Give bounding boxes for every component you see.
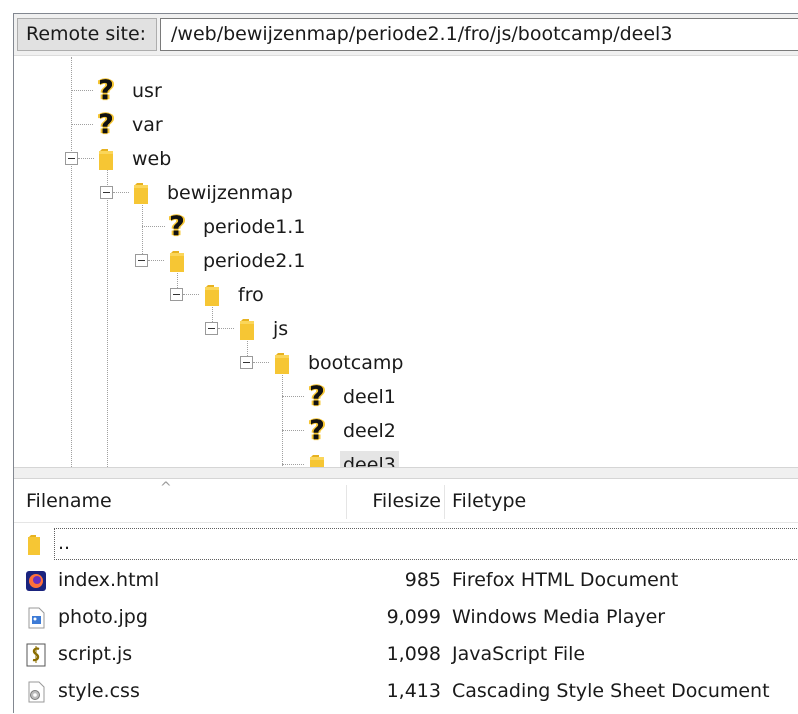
tree-node-deel1[interactable]: ? deel1 — [306, 382, 399, 412]
file-row[interactable]: style.css 1,413 Cascading Style Sheet Do… — [14, 673, 798, 710]
file-type: Cascading Style Sheet Document — [452, 680, 770, 702]
remote-directory-tree[interactable]: ? usr ? var web bewijzenmap ? periode1.1 — [14, 57, 798, 467]
file-size: 1,098 — [386, 643, 441, 665]
image-file-icon — [24, 606, 48, 630]
folder-icon — [201, 283, 223, 307]
file-size: 9,099 — [386, 606, 441, 628]
tree-node-var[interactable]: ? var — [95, 110, 166, 140]
collapse-js-toggle[interactable] — [205, 322, 218, 335]
remote-site-bar: Remote site: /web/bewijzenmap/periode2.1… — [14, 14, 798, 56]
tree-node-label: periode2.1 — [203, 250, 306, 272]
folder-icon — [306, 453, 328, 467]
tree-node-label: var — [132, 114, 163, 136]
file-list-header: ^ Filename Filesize Filetype — [14, 479, 798, 523]
folder-icon — [130, 181, 152, 205]
focus-rectangle — [54, 528, 798, 560]
file-row[interactable]: photo.jpg 9,099 Windows Media Player — [14, 599, 798, 636]
file-row-parent-dir[interactable]: .. — [14, 525, 798, 562]
unknown-folder-icon: ? — [309, 415, 325, 446]
tree-node-periode2-1[interactable]: periode2.1 — [166, 246, 308, 276]
tree-node-label: bootcamp — [308, 352, 404, 374]
tree-node-label: fro — [238, 284, 264, 306]
file-size: 1,413 — [386, 680, 441, 702]
file-name: photo.jpg — [58, 606, 148, 628]
unknown-folder-icon: ? — [98, 109, 114, 140]
tree-node-js[interactable]: js — [236, 314, 291, 344]
folder-icon — [95, 147, 117, 171]
unknown-folder-icon: ? — [309, 381, 325, 412]
file-row[interactable]: script.js 1,098 JavaScript File — [14, 636, 798, 673]
file-name: style.css — [58, 680, 140, 702]
tree-node-label-selected: deel3 — [340, 451, 399, 467]
folder-icon — [271, 351, 293, 375]
folder-icon — [24, 532, 48, 556]
filezilla-remote-pane: Remote site: /web/bewijzenmap/periode2.1… — [13, 13, 798, 714]
remote-file-list[interactable]: ^ Filename Filesize Filetype .. index.ht… — [14, 479, 798, 714]
css-file-icon — [24, 680, 48, 704]
collapse-bewijzenmap-toggle[interactable] — [100, 186, 113, 199]
file-type: JavaScript File — [452, 643, 586, 665]
file-row[interactable]: index.html 985 Firefox HTML Document — [14, 562, 798, 599]
folder-icon — [166, 249, 188, 273]
tree-node-label: periode1.1 — [203, 216, 306, 238]
tree-node-label: usr — [132, 80, 162, 102]
tree-node-deel3[interactable]: deel3 — [306, 450, 399, 467]
unknown-folder-icon: ? — [169, 211, 185, 242]
tree-node-usr[interactable]: ? usr — [95, 76, 165, 106]
pane-splitter[interactable] — [14, 467, 798, 479]
tree-node-bewijzenmap[interactable]: bewijzenmap — [130, 178, 296, 208]
tree-node-web[interactable]: web — [95, 144, 174, 174]
tree-node-fro[interactable]: fro — [201, 280, 267, 310]
file-type: Firefox HTML Document — [452, 569, 679, 591]
column-filename[interactable]: Filename — [26, 479, 346, 523]
collapse-web-toggle[interactable] — [65, 152, 78, 165]
file-name: script.js — [58, 643, 133, 665]
collapse-bootcamp-toggle[interactable] — [240, 356, 253, 369]
unknown-folder-icon: ? — [98, 75, 114, 106]
column-filetype[interactable]: Filetype — [452, 479, 792, 523]
firefox-icon — [24, 569, 48, 593]
file-size: 985 — [404, 569, 441, 591]
tree-node-label: js — [273, 318, 289, 340]
tree-node-label: web — [132, 148, 172, 170]
tree-node-deel2[interactable]: ? deel2 — [306, 416, 399, 446]
collapse-fro-toggle[interactable] — [170, 288, 183, 301]
tree-node-label: deel2 — [343, 420, 396, 442]
tree-node-label: bewijzenmap — [167, 182, 293, 204]
script-file-icon — [24, 643, 48, 667]
file-type: Windows Media Player — [452, 606, 666, 628]
collapse-periode2-toggle[interactable] — [135, 254, 148, 267]
tree-node-periode1-1[interactable]: ? periode1.1 — [166, 212, 308, 242]
remote-path-input[interactable]: /web/bewijzenmap/periode2.1/fro/js/bootc… — [160, 18, 798, 51]
file-name: index.html — [58, 569, 160, 591]
tree-node-bootcamp[interactable]: bootcamp — [271, 348, 406, 378]
folder-icon — [236, 317, 258, 341]
remote-site-label: Remote site: — [17, 18, 157, 51]
file-name: .. — [58, 532, 71, 554]
column-filesize[interactable]: Filesize — [346, 479, 441, 523]
tree-node-label: deel1 — [343, 386, 396, 408]
